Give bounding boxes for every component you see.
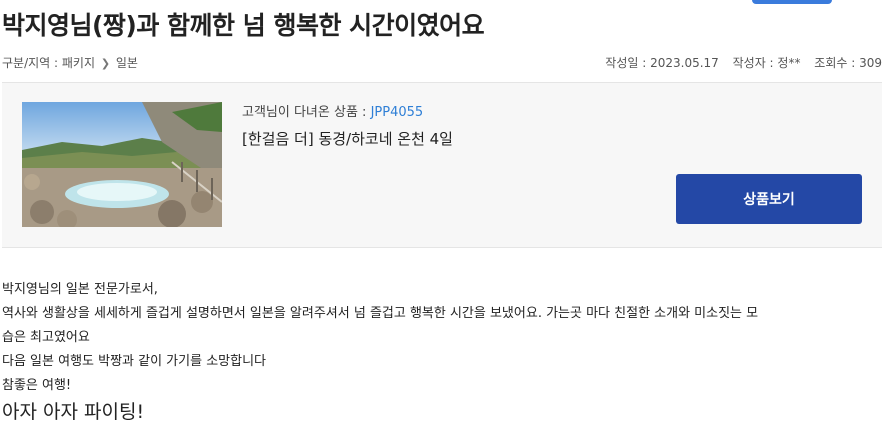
review-line: 다음 일본 여행도 박짱과 같이 가기를 소망합니다 xyxy=(2,354,266,369)
review-line: 참좋은 여행! xyxy=(2,378,72,393)
visited-label: 고객님이 다녀온 상품 : xyxy=(242,105,371,120)
post-meta: 작성일 : 2023.05.17 작성자 : 정** 조회수 : 309 xyxy=(595,54,882,71)
post-author: 작성자 : 정** xyxy=(732,56,801,70)
chevron-right-icon: ❯ xyxy=(100,57,111,70)
post-date: 작성일 : 2023.05.17 xyxy=(605,56,719,70)
meta-row: 구분/지역 : 패키지 ❯ 일본 작성일 : 2023.05.17 작성자 : … xyxy=(2,54,882,72)
review-line: 박지영님의 일본 전문가로서, xyxy=(2,282,158,297)
review-line: 습은 최고였어요 xyxy=(2,330,90,345)
region-label: 일본 xyxy=(115,56,138,70)
review-line: 역사와 생활상을 세세하게 즐겁게 설명하면서 일본을 알려주셔서 넘 즐겁고 … xyxy=(2,306,759,321)
visited-product-line: 고객님이 다녀온 상품 : JPP4055 xyxy=(242,101,453,120)
product-thumbnail[interactable] xyxy=(22,102,222,227)
view-product-button[interactable]: 상품보기 xyxy=(676,174,862,224)
page-title: 박지영님(짱)과 함께한 넘 행복한 시간이였어요 xyxy=(2,11,485,40)
hot-spring-image xyxy=(22,102,222,227)
product-name[interactable]: [한걸음 더] 동경/하코네 온천 4일 xyxy=(242,128,453,149)
review-body: 박지영님의 일본 전문가로서, 역사와 생활상을 세세하게 즐겁게 설명하면서 … xyxy=(2,278,892,426)
product-info: 고객님이 다녀온 상품 : JPP4055 [한걸음 더] 동경/하코네 온천 … xyxy=(242,101,453,149)
category-label: 구분/지역 : 패키지 xyxy=(2,56,95,70)
product-code-link[interactable]: JPP4055 xyxy=(371,105,424,120)
product-box: 고객님이 다녀온 상품 : JPP4055 [한걸음 더] 동경/하코네 온천 … xyxy=(2,82,882,248)
top-button-edge[interactable] xyxy=(752,0,832,4)
view-count: 조회수 : 309 xyxy=(814,56,882,70)
breadcrumb: 구분/지역 : 패키지 ❯ 일본 xyxy=(2,54,138,71)
